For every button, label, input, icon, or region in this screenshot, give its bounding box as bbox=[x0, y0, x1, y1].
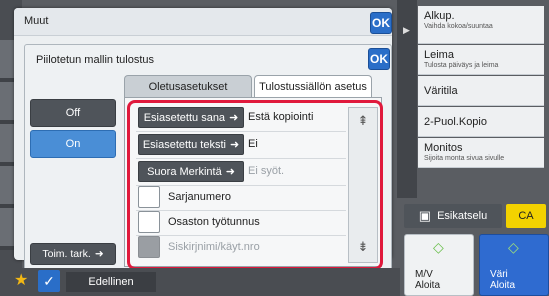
tab-print-content-settings[interactable]: Tulostussiällön asetus bbox=[254, 75, 372, 97]
star-icon[interactable]: ★ bbox=[14, 270, 34, 292]
play-icon: ▶ bbox=[403, 25, 410, 35]
highlight-box bbox=[127, 100, 383, 270]
preview-button[interactable]: ▣ Esikatselu bbox=[404, 204, 502, 228]
start-bw-button[interactable]: ◇ M/V Aloita bbox=[404, 234, 474, 296]
right-item-label: 2-Puol.Kopio bbox=[424, 116, 487, 128]
arrow-right-icon: ➜ bbox=[94, 248, 104, 260]
checkmark-icon[interactable]: ✓ bbox=[38, 270, 60, 292]
right-item-varitila[interactable]: Väritila bbox=[418, 76, 544, 106]
right-item-leima[interactable]: Leima Tulosta päiväys ja leima bbox=[418, 45, 544, 75]
right-item-sub: Sijoita monta sivua sivulle bbox=[424, 155, 505, 162]
bottom-bar bbox=[0, 268, 400, 296]
right-item-label: Leima bbox=[424, 49, 454, 61]
start-color-button[interactable]: ◇ Väri Aloita bbox=[479, 234, 549, 296]
clear-all-button[interactable]: CA bbox=[506, 204, 546, 228]
tab-default-settings[interactable]: Oletusasetukset bbox=[124, 75, 252, 97]
on-button[interactable]: On bbox=[30, 130, 116, 158]
start-color-label: Väri Aloita bbox=[490, 269, 516, 291]
right-item-label: Alkup. bbox=[424, 10, 455, 22]
muut-dialog-title: Muut bbox=[24, 15, 49, 27]
right-item-sub: Vaihda kokoa/suuntaa bbox=[424, 23, 493, 30]
check-settings-label: Toim. tark. bbox=[42, 248, 91, 260]
start-bw-label: M/V Aloita bbox=[415, 269, 441, 291]
preview-label: Esikatselu bbox=[437, 210, 488, 222]
hidden-pattern-ok-button[interactable]: OK bbox=[368, 48, 390, 70]
muut-dialog-header bbox=[14, 8, 392, 36]
off-button[interactable]: Off bbox=[30, 99, 116, 127]
ca-label: CA bbox=[518, 210, 534, 222]
back-button[interactable]: Edellinen bbox=[66, 272, 156, 292]
right-item-label: Väritila bbox=[424, 85, 458, 97]
muut-ok-button[interactable]: OK bbox=[370, 12, 392, 34]
diamond-icon: ◇ bbox=[508, 239, 519, 255]
right-item-2puol[interactable]: 2-Puol.Kopio bbox=[418, 107, 544, 137]
right-item-monitos[interactable]: Monitos Sijoita monta sivua sivulle bbox=[418, 138, 544, 168]
hidden-pattern-dialog-title: Piilotetun mallin tulostus bbox=[36, 54, 155, 66]
check-settings-button[interactable]: Toim. tark. ➜ bbox=[30, 243, 116, 265]
right-item-alkup[interactable]: Alkup. Vaihda kokoa/suuntaa bbox=[418, 6, 544, 44]
right-item-label: Monitos bbox=[424, 142, 463, 154]
diamond-icon: ◇ bbox=[433, 239, 444, 255]
right-item-sub: Tulosta päiväys ja leima bbox=[424, 62, 499, 69]
preview-icon: ▣ bbox=[418, 208, 432, 223]
